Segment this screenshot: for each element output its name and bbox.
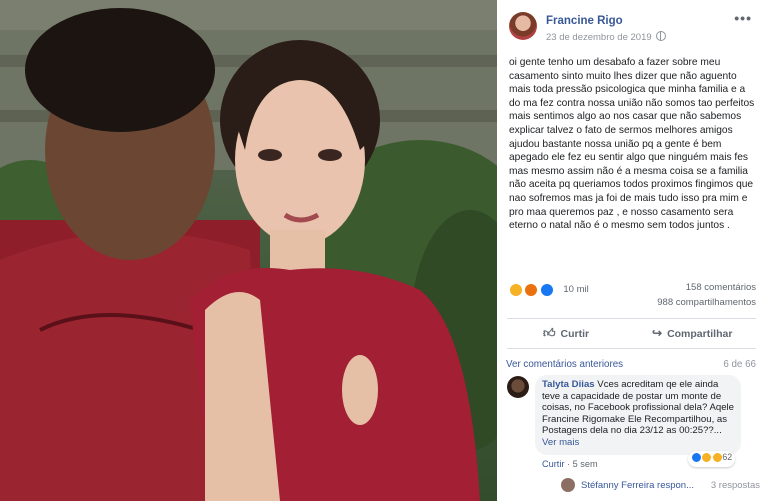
comment-time[interactable]: 5 sem — [573, 459, 598, 469]
sad-reaction-icon — [701, 452, 713, 464]
divider — [507, 348, 756, 349]
shares-count-link[interactable]: 988 compartilhamentos — [657, 297, 756, 308]
comments-count-link[interactable]: 158 comentários — [686, 282, 756, 293]
comments-pager: 6 de 66 — [723, 359, 756, 370]
comment-body: Talyta Diias Vces acreditam qe ele ainda… — [542, 379, 738, 449]
author-name[interactable]: Francine Rigo — [546, 15, 623, 27]
comment-reactions[interactable]: 62 — [688, 451, 736, 467]
post-date[interactable]: 23 de dezembro de 2019 — [546, 31, 666, 43]
comment-reaction-count: 62 — [722, 452, 733, 462]
commenter-avatar[interactable] — [507, 376, 529, 398]
see-more-link[interactable]: Ver mais — [542, 437, 579, 448]
reactions-summary[interactable]: 10 mil — [509, 281, 589, 297]
thumbs-up-icon: 👍︎ — [543, 326, 556, 340]
share-arrow-icon: ↪ — [652, 326, 663, 340]
like-button[interactable]: 👍︎ Curtir — [543, 326, 589, 341]
share-button[interactable]: ↪ Compartilhar — [652, 326, 732, 340]
divider — [507, 318, 756, 319]
post-date-text[interactable]: 23 de dezembro de 2019 — [546, 32, 652, 43]
angry-reaction-icon — [524, 282, 539, 297]
share-button-label: Compartilhar — [667, 328, 733, 340]
like-reaction-icon — [539, 282, 554, 297]
like-reaction-icon — [691, 452, 702, 464]
commenter-name[interactable]: Talyta Diias — [542, 379, 595, 390]
more-options-button[interactable]: ••• — [734, 10, 752, 26]
comment-meta: Curtir · 5 sem — [542, 459, 598, 469]
post-text: oi gente tenho um desabafo a fazer sobre… — [509, 57, 755, 232]
couple-photo-illustration — [0, 0, 497, 501]
like-button-label: Curtir — [560, 328, 590, 340]
author-avatar[interactable] — [509, 12, 537, 40]
view-previous-comments-link[interactable]: Ver comentários anteriores — [506, 359, 623, 370]
post-panel: Francine Rigo 23 de dezembro de 2019 •••… — [497, 0, 766, 501]
comment-like-button[interactable]: Curtir — [542, 459, 564, 469]
reply-author-name[interactable]: Stéfanny Ferreira respon... — [581, 480, 694, 491]
sad-reaction-icon — [509, 282, 523, 297]
replies-count-link[interactable]: 3 respostas — [711, 480, 760, 491]
globe-icon — [655, 31, 666, 41]
post-header: Francine Rigo 23 de dezembro de 2019 ••• — [497, 0, 766, 50]
post-photo[interactable] — [0, 0, 497, 501]
screenshot-frame: Francine Rigo 23 de dezembro de 2019 •••… — [0, 0, 766, 501]
reactions-count: 10 mil — [563, 284, 589, 296]
reply-author-avatar — [561, 478, 575, 492]
